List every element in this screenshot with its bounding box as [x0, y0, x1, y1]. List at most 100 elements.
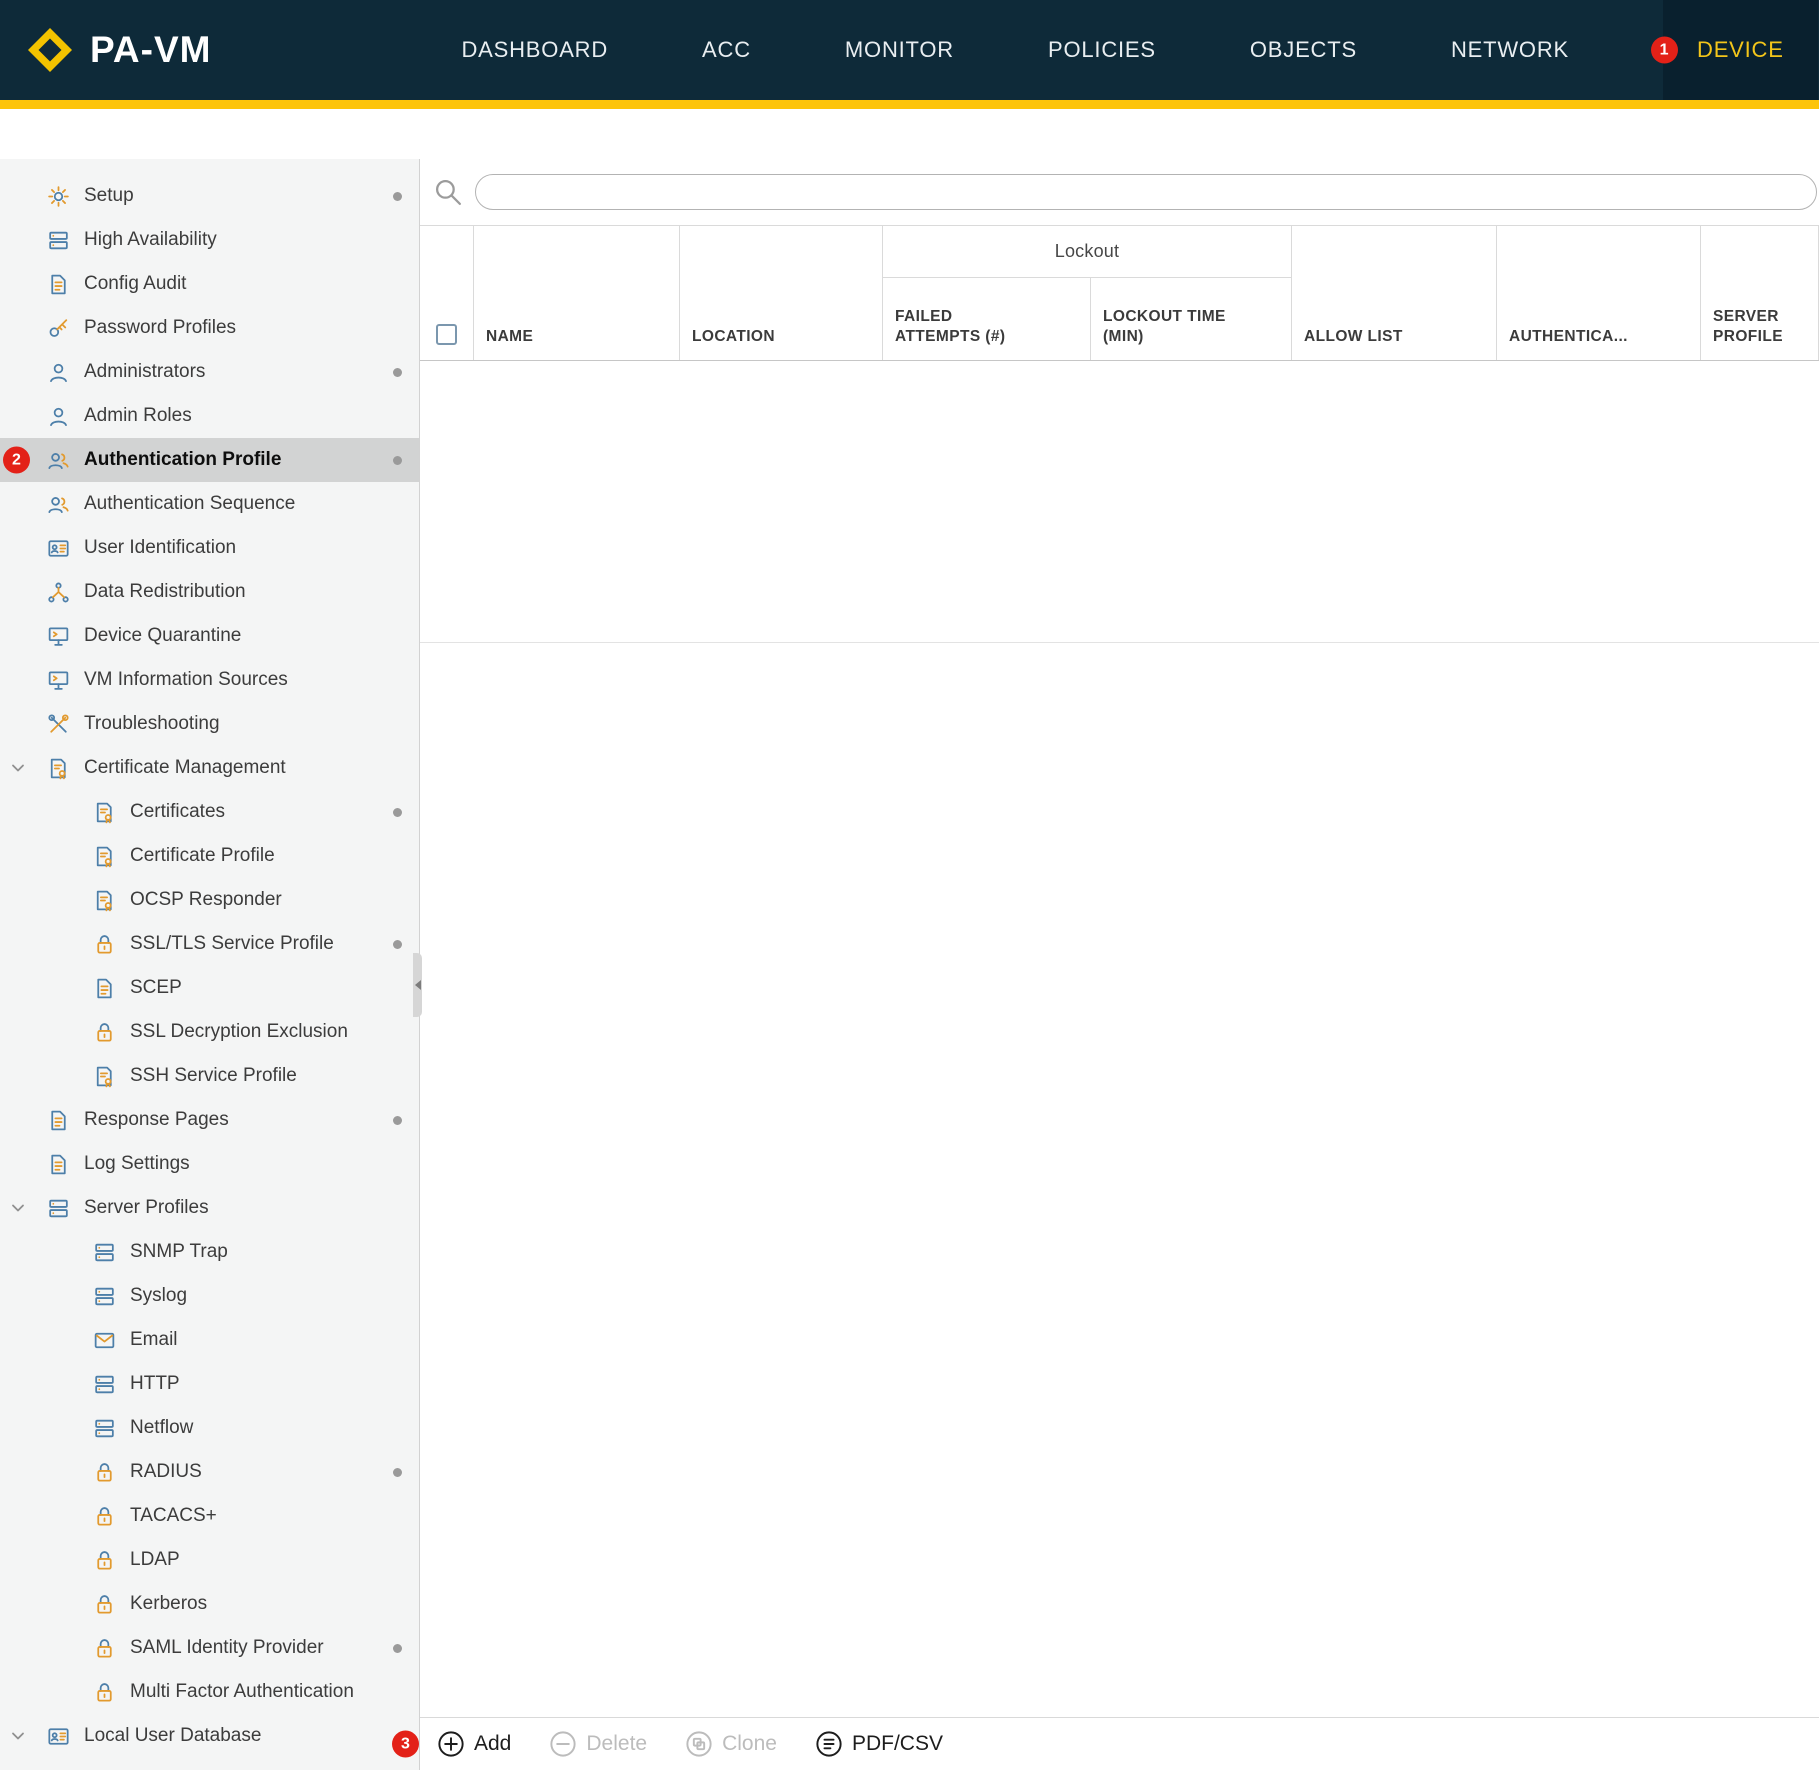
nav-item-label: DASHBOARD [461, 37, 608, 63]
minus-circle-icon [549, 1730, 577, 1758]
column-header-server-profile[interactable]: SERVER PROFILE [1701, 226, 1819, 360]
add-button[interactable]: Add [437, 1730, 511, 1758]
server-icon [46, 1196, 71, 1221]
sidebar-item-syslog[interactable]: Syslog [0, 1274, 419, 1318]
select-all-checkbox[interactable] [436, 324, 457, 345]
nav-item-objects[interactable]: OBJECTS [1250, 0, 1357, 100]
nav-item-monitor[interactable]: MONITOR [845, 0, 954, 100]
sidebar-item-label: SSH Service Profile [130, 1065, 297, 1087]
lock-icon [92, 932, 117, 957]
document-icon [92, 976, 117, 1001]
sidebar-item-radius[interactable]: RADIUS [0, 1450, 419, 1494]
sidebar-item-password-profiles[interactable]: Password Profiles [0, 306, 419, 350]
sidebar-item-server-profiles[interactable]: Server Profiles [0, 1186, 419, 1230]
column-label: LOCKOUT TIME (MIN) [1103, 307, 1255, 347]
gear-icon [46, 184, 71, 209]
column-header-authentication[interactable]: AUTHENTICA... [1497, 226, 1701, 360]
sidebar-item-label: Local User Database [84, 1725, 261, 1747]
annotation-badge-2: 2 [3, 447, 30, 474]
certificate-icon [46, 756, 71, 781]
content-area: Setup High Availability Config Audit Passwo… [0, 159, 1819, 1770]
sidebar-item-device-quarantine[interactable]: Device Quarantine [0, 614, 419, 658]
collapse-arrow-icon [415, 980, 421, 990]
pa-vm-app: PA-VM DASHBOARD ACC MONITOR POLICIES OBJECTS… [0, 0, 1819, 1770]
sidebar-item-label: Server Profiles [84, 1197, 209, 1219]
sidebar-item-ssh-service-profile[interactable]: SSH Service Profile [0, 1054, 419, 1098]
clone-button[interactable]: Clone [685, 1730, 777, 1758]
sidebar-item-admin-roles[interactable]: Admin Roles [0, 394, 419, 438]
column-header-location[interactable]: LOCATION [680, 226, 883, 360]
sidebar-item-email[interactable]: Email [0, 1318, 419, 1362]
status-dot [393, 368, 402, 377]
sidebar-item-certificate-management[interactable]: Certificate Management [0, 746, 419, 790]
sidebar-item-kerberos[interactable]: Kerberos [0, 1582, 419, 1626]
sidebar-item-tacacs[interactable]: TACACS+ [0, 1494, 419, 1538]
nav-item-dashboard[interactable]: DASHBOARD [461, 0, 608, 100]
lock-icon [92, 1020, 117, 1045]
sidebar-item-label: Setup [84, 185, 134, 207]
sidebar-item-label: Response Pages [84, 1109, 229, 1131]
email-icon [92, 1328, 117, 1353]
clone-button-label: Clone [722, 1732, 777, 1756]
server-icon [92, 1372, 117, 1397]
sidebar-item-label: Admin Roles [84, 405, 192, 427]
sidebar-item-ssl-tls-service-profile[interactable]: SSL/TLS Service Profile [0, 922, 419, 966]
pdf-csv-button[interactable]: PDF/CSV [815, 1730, 943, 1758]
column-header-lockout-time[interactable]: LOCKOUT TIME (MIN) [1091, 278, 1292, 360]
sidebar-item-label: Certificate Profile [130, 845, 275, 867]
monitor-icon [46, 624, 71, 649]
person-icon [46, 360, 71, 385]
nav-item-policies[interactable]: POLICIES [1048, 0, 1156, 100]
server-icon [92, 1416, 117, 1441]
lock-icon [92, 1460, 117, 1485]
sidebar-item-multi-factor-authentication[interactable]: Multi Factor Authentication [0, 1670, 419, 1714]
brand-name: PA-VM [90, 29, 211, 71]
sidebar-item-label: Config Audit [84, 273, 186, 295]
document-icon [46, 272, 71, 297]
delete-button[interactable]: Delete [549, 1730, 647, 1758]
sidebar-item-http[interactable]: HTTP [0, 1362, 419, 1406]
nav-item-network[interactable]: NETWORK [1451, 0, 1569, 100]
sidebar-item-data-redistribution[interactable]: Data Redistribution [0, 570, 419, 614]
sidebar-item-authentication-profile[interactable]: Authentication Profile2 [0, 438, 419, 482]
sidebar-item-saml-identity-provider[interactable]: SAML Identity Provider [0, 1626, 419, 1670]
sidebar-item-response-pages[interactable]: Response Pages [0, 1098, 419, 1142]
sidebar-item-snmp-trap[interactable]: SNMP Trap [0, 1230, 419, 1274]
sidebar-item-config-audit[interactable]: Config Audit [0, 262, 419, 306]
search-input[interactable] [475, 174, 1817, 210]
chevron-down-icon[interactable] [8, 1198, 28, 1218]
sidebar-item-label: Certificates [130, 801, 225, 823]
column-header-allow-list[interactable]: ALLOW LIST [1292, 226, 1497, 360]
sidebar-item-scep[interactable]: SCEP [0, 966, 419, 1010]
status-dot [393, 192, 402, 201]
column-header-failed-attempts[interactable]: FAILED ATTEMPTS (#) [883, 278, 1091, 360]
nav-item-acc[interactable]: ACC [702, 0, 751, 100]
sidebar-item-vm-information-sources[interactable]: VM Information Sources [0, 658, 419, 702]
sidebar-collapse-handle[interactable] [413, 953, 422, 1017]
sidebar-item-certificate-profile[interactable]: Certificate Profile [0, 834, 419, 878]
sidebar-item-log-settings[interactable]: Log Settings [0, 1142, 419, 1186]
sidebar-item-authentication-sequence[interactable]: Authentication Sequence [0, 482, 419, 526]
key-icon [46, 316, 71, 341]
nav-item-device[interactable]: DEVICE1 [1663, 0, 1818, 100]
chevron-down-icon[interactable] [8, 758, 28, 778]
chevron-down-icon[interactable] [8, 1726, 28, 1746]
sidebar-item-user-identification[interactable]: User Identification [0, 526, 419, 570]
sidebar-item-netflow[interactable]: Netflow [0, 1406, 419, 1450]
sidebar-item-setup[interactable]: Setup [0, 174, 419, 218]
sidebar-item-label: OCSP Responder [130, 889, 282, 911]
sidebar-item-ldap[interactable]: LDAP [0, 1538, 419, 1582]
sidebar-item-ssl-decryption-exclusion[interactable]: SSL Decryption Exclusion [0, 1010, 419, 1054]
sidebar-item-label: RADIUS [130, 1461, 202, 1483]
sidebar-item-high-availability[interactable]: High Availability [0, 218, 419, 262]
sidebar-item-label: Password Profiles [84, 317, 236, 339]
column-group-label: Lockout [1055, 240, 1119, 263]
sidebar-item-troubleshooting[interactable]: Troubleshooting [0, 702, 419, 746]
sidebar-item-ocsp-responder[interactable]: OCSP Responder [0, 878, 419, 922]
sidebar-item-administrators[interactable]: Administrators [0, 350, 419, 394]
people-icon [46, 448, 71, 473]
column-header-name[interactable]: NAME [474, 226, 680, 360]
sidebar-item-certificates[interactable]: Certificates [0, 790, 419, 834]
sidebar-item-local-user-database[interactable]: Local User Database [0, 1714, 419, 1758]
sidebar-item-label: Multi Factor Authentication [130, 1681, 354, 1703]
